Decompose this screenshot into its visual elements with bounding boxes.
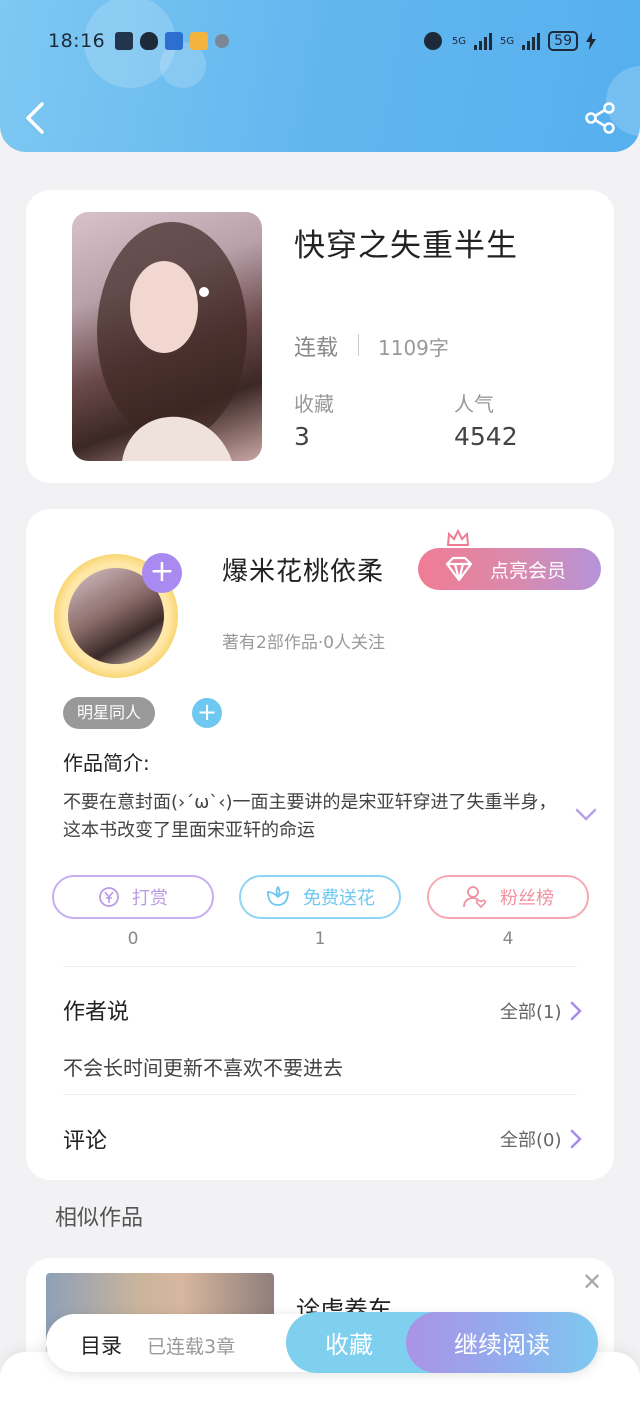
popularity-value: 4542 [454, 422, 518, 451]
gear-icon [215, 34, 230, 48]
network-label-2: 5G [500, 35, 515, 47]
back-icon[interactable] [22, 100, 52, 136]
book-status: 连载 [294, 336, 339, 361]
genre-tag[interactable]: 明星同人 [63, 697, 156, 729]
author-meta: 著有2部作品·0人关注 [222, 633, 386, 653]
book-word-count: 1109字 [378, 336, 449, 360]
yen-coin-icon [99, 887, 119, 907]
flower-count: 1 [314, 929, 326, 949]
fan-rank-button[interactable]: 粉丝榜 [427, 875, 589, 919]
divider [63, 966, 577, 967]
reward-button[interactable]: 打赏 [52, 875, 214, 919]
book-info-card: 快穿之失重半生 连载 1109字 收藏 3 人气 4542 [26, 190, 614, 483]
comments-title: 评论 [63, 1129, 108, 1154]
author-says-all-link[interactable]: 全部(1) [500, 998, 582, 1024]
book-title: 快穿之失重半生 [294, 228, 518, 264]
divider [63, 1094, 577, 1095]
book-cover-image[interactable] [72, 212, 262, 461]
status-bar: 18:16 5G 5G 59 [48, 28, 596, 54]
similar-section-title: 相似作品 [55, 1206, 144, 1231]
cover-portrait [97, 222, 247, 461]
comments-all-link[interactable]: 全部(0) [500, 1126, 582, 1152]
signal-icon-2 [522, 32, 541, 50]
reward-label: 打赏 [132, 888, 168, 909]
fan-rank-label: 粉丝榜 [500, 888, 554, 909]
toc-button[interactable]: 目录 [80, 1330, 122, 1360]
send-flower-label: 免费送花 [303, 888, 375, 909]
status-time: 18:16 [48, 30, 106, 52]
add-tag-button[interactable]: + [192, 698, 222, 728]
alarm-icon [423, 32, 442, 50]
charging-icon [586, 32, 596, 50]
chevron-right-icon [570, 1001, 582, 1021]
intro-label: 作品简介: [63, 751, 150, 775]
favorites-label: 收藏 [294, 392, 334, 416]
author-card: + 爆米花桃依柔 点亮会员 著有2部作品·0人关注 明星同人 + 作品简介: 不… [26, 509, 614, 1180]
author-says-title: 作者说 [63, 1000, 130, 1025]
intro-text: 不要在意封面(›´ω`‹)一面主要讲的是宋亚轩穿进了失重半身，这本书改变了里面宋… [63, 792, 557, 841]
status-right: 5G 5G 59 [423, 31, 596, 51]
crown-icon [446, 529, 470, 546]
continue-reading-button[interactable]: 继续阅读 [406, 1312, 598, 1373]
chapter-count: 已连载3章 [147, 1336, 236, 1358]
battery-level: 59 [548, 31, 578, 51]
diamond-icon [445, 556, 473, 582]
header-bar: 18:16 5G 5G 59 [0, 0, 640, 152]
chevron-right-icon [570, 1129, 582, 1149]
divider [358, 334, 359, 356]
share-icon[interactable] [582, 100, 618, 136]
fan-user-icon [463, 886, 487, 909]
flower-icon [267, 886, 289, 906]
network-label-1: 5G [451, 35, 467, 47]
close-icon[interactable]: ✕ [582, 1268, 602, 1296]
reward-count: 0 [127, 929, 139, 949]
vip-button-label: 点亮会员 [490, 559, 567, 582]
qq-icon [140, 32, 159, 50]
favorites-value: 3 [294, 422, 310, 451]
app-notify-icon [165, 32, 184, 50]
fan-count: 4 [502, 929, 514, 949]
comments-all-label: 全部(0) [500, 1130, 562, 1151]
upload-notify-icon [115, 32, 134, 50]
signal-icon [474, 32, 493, 50]
author-name[interactable]: 爆米花桃依柔 [222, 551, 384, 588]
app-notify-icon-2 [190, 32, 209, 50]
author-says-text: 不会长时间更新不喜欢不要进去 [63, 1056, 343, 1080]
popularity-label: 人气 [454, 392, 494, 416]
follow-plus-button[interactable]: + [142, 553, 182, 593]
chevron-down-icon[interactable] [574, 807, 598, 823]
vip-button[interactable]: 点亮会员 [418, 548, 601, 590]
author-says-all-label: 全部(1) [500, 1002, 562, 1023]
send-flower-button[interactable]: 免费送花 [239, 875, 401, 919]
